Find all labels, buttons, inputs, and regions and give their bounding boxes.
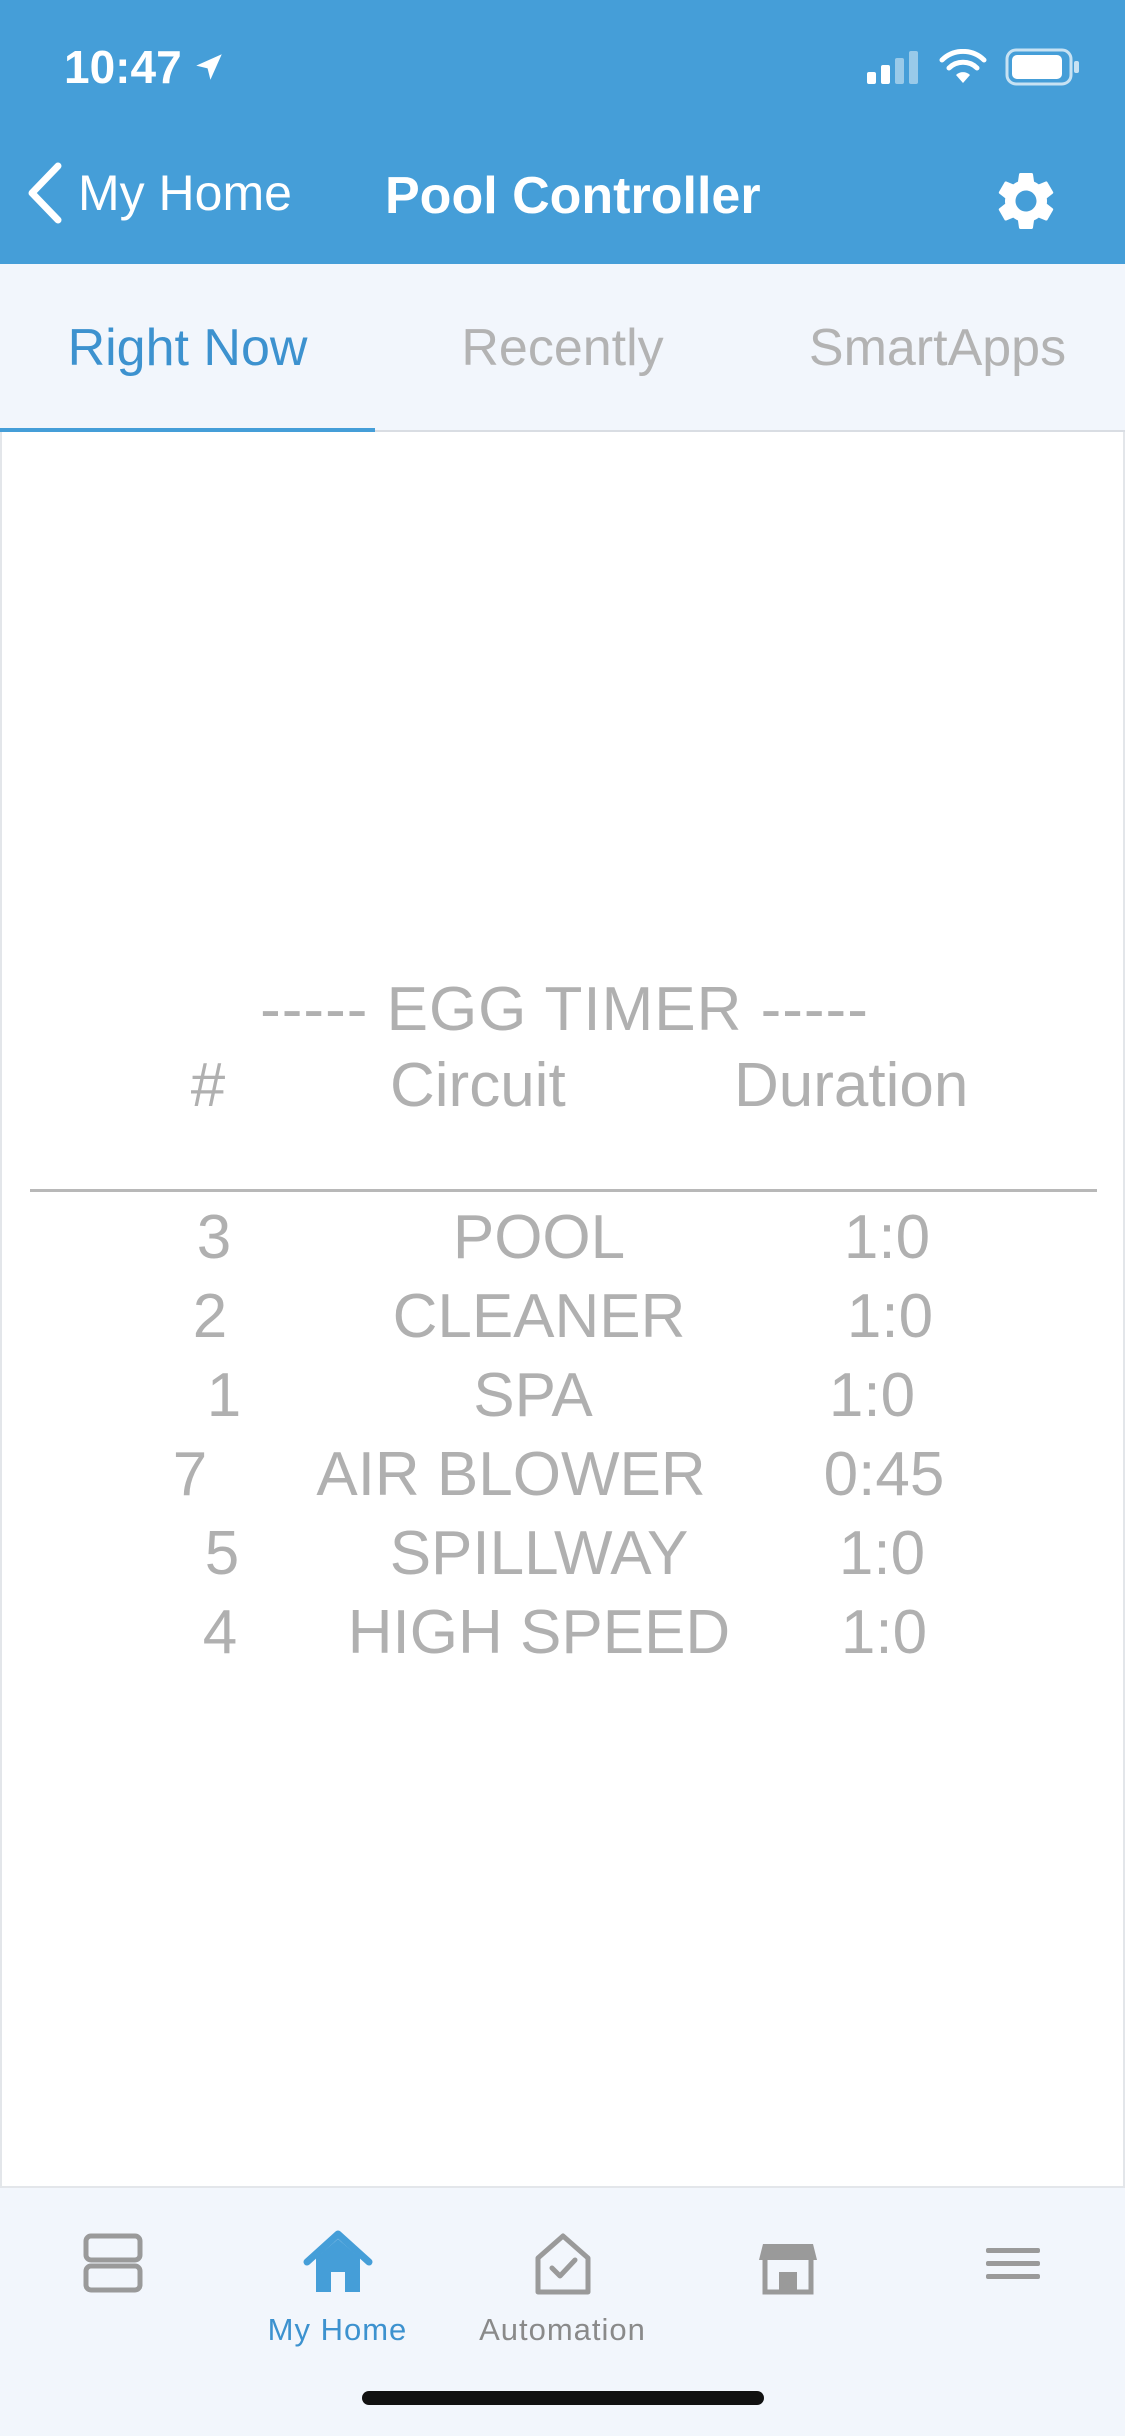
tab-label: SmartApps [808, 319, 1067, 377]
back-button[interactable]: My Home [24, 160, 292, 226]
column-header-number: # [190, 1051, 226, 1120]
marketplace-icon [758, 2244, 817, 2295]
status-time: 10:47 [64, 40, 226, 94]
row-duration: 1:0 [840, 1598, 928, 1667]
back-label: My Home [78, 165, 292, 221]
nav-marketplace[interactable] [675, 2212, 900, 2382]
row-circuit: HIGH SPEED [347, 1598, 731, 1667]
row-circuit: AIR BLOWER [316, 1440, 706, 1509]
home-icon [303, 2230, 372, 2292]
tab-right-now[interactable]: Right Now [0, 264, 375, 434]
location-arrow-icon [195, 54, 222, 80]
dashboard-icon [83, 2233, 142, 2293]
gear-icon[interactable] [991, 166, 1061, 236]
header-divider [30, 1189, 1097, 1192]
device-tile-content: ----- EGG TIMER ----- # Circuit Duration… [0, 432, 1125, 2188]
row-duration: 1:0 [843, 1203, 931, 1272]
nav-dashboard[interactable] [0, 2212, 225, 2382]
nav-label: My Home [267, 2312, 408, 2347]
table-row: 2 CLEANER 1:0 [2, 1281, 1125, 1359]
screen: 10:47 My Home Pool Controller Right Now … [0, 0, 1125, 2436]
row-number: 4 [202, 1598, 238, 1667]
tab-label: Recently [461, 319, 664, 377]
row-circuit: CLEANER [392, 1282, 686, 1351]
cellular-signal-icon [867, 51, 918, 84]
row-duration: 1:0 [838, 1519, 926, 1588]
row-number: 3 [196, 1203, 232, 1272]
status-icons [865, 48, 1081, 86]
row-circuit: SPILLWAY [389, 1519, 689, 1588]
row-number: 5 [204, 1519, 240, 1588]
nav-label: Automation [479, 2312, 646, 2347]
row-duration: 1:0 [828, 1361, 916, 1430]
wifi-icon [939, 49, 987, 83]
tab-label: Right Now [67, 319, 308, 377]
tab-bar: Right Now Recently SmartApps [0, 264, 1125, 434]
tab-recently[interactable]: Recently [375, 264, 750, 432]
table-row: 5 SPILLWAY 1:0 [2, 1518, 1125, 1596]
row-number: 7 [172, 1440, 208, 1509]
battery-icon [1005, 48, 1079, 86]
column-header-circuit: Circuit [390, 1051, 566, 1120]
page-title: Pool Controller [385, 167, 761, 225]
tab-smartapps[interactable]: SmartApps [750, 264, 1125, 432]
nav-automation[interactable]: Automation [450, 2212, 675, 2382]
status-time-text: 10:47 [64, 41, 182, 93]
table-row: 4 HIGH SPEED 1:0 [2, 1597, 1125, 1675]
row-number: 1 [206, 1361, 242, 1430]
row-duration: 0:45 [823, 1440, 945, 1509]
app-header: 10:47 My Home Pool Controller [0, 0, 1125, 264]
nav-menu[interactable] [900, 2212, 1125, 2382]
table-row: 3 POOL 1:0 [2, 1202, 1125, 1280]
row-duration: 1:0 [846, 1282, 934, 1351]
table-row: 7 AIR BLOWER 0:45 [2, 1439, 1125, 1517]
nav-my-home[interactable]: My Home [225, 2212, 450, 2382]
row-circuit: SPA [473, 1361, 593, 1430]
automation-icon [535, 2233, 590, 2295]
table-row: 1 SPA 1:0 [2, 1360, 1125, 1438]
row-number: 2 [192, 1282, 228, 1351]
home-indicator[interactable] [362, 2391, 764, 2405]
row-circuit: POOL [452, 1203, 626, 1272]
chevron-left-icon [28, 162, 62, 224]
egg-timer-title: ----- EGG TIMER ----- [260, 975, 869, 1044]
menu-icon [985, 2248, 1040, 2279]
column-header-duration: Duration [734, 1051, 969, 1120]
